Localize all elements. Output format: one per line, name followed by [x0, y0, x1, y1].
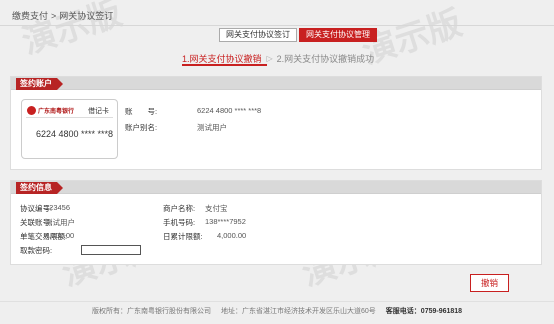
bank-card: 广东南粤银行 借记卡 6224 4800 **** ***8 [21, 99, 118, 159]
card-type: 借记卡 [88, 108, 109, 115]
tab-bar: 网关支付协议签订 网关支付协议管理 [219, 28, 377, 42]
account-alias-value: 测试用户 [197, 123, 227, 132]
footer-address: 地址：广东省湛江市经济技术开发区乐山大道60号 [221, 308, 376, 315]
account-panel-title: 签约账户 [16, 78, 63, 90]
merchant-value: 支付宝 [205, 204, 228, 213]
info-panel: 签约信息 协议编号: 123456 商户名称: 支付宝 关联账号: 测试用户 手… [10, 180, 542, 265]
phone-label: 手机号码: [163, 218, 196, 227]
merchant-label: 商户名称: [163, 204, 196, 213]
password-label: 取款密码: [20, 246, 53, 255]
account-panel: 签约账户 广东南粤银行 借记卡 6224 4800 **** ***8 账 号:… [10, 76, 542, 170]
account-number-value: 6224 4800 **** ***8 [197, 106, 262, 115]
card-bank-name: 广东南粤银行 [38, 109, 75, 115]
step-arrow-icon: ▷ [266, 54, 273, 63]
linked-account-value: 测试用户 [45, 218, 75, 227]
footer-divider [0, 301, 554, 302]
cancel-button[interactable]: 撤销 [470, 274, 509, 292]
daily-limit-value: 4,000.00 [217, 231, 247, 240]
bank-logo-icon [27, 106, 36, 115]
single-limit-value: 4,000.00 [45, 231, 75, 240]
password-input[interactable] [81, 245, 141, 255]
footer-hotline: 0759-961818 [420, 308, 463, 315]
phone-value: 138****7952 [205, 217, 246, 226]
breadcrumb-parent[interactable]: 缴费支付 [12, 11, 48, 21]
tab-protocol-manage[interactable]: 网关支付协议管理 [299, 28, 377, 42]
account-alias-label: 账户别名: [125, 123, 158, 132]
info-panel-title: 签约信息 [16, 182, 63, 194]
tab-protocol-sign[interactable]: 网关支付协议签订 [219, 28, 297, 42]
footer-copyright: 版权所有：广东南粤银行股份有限公司 [92, 308, 211, 315]
card-number: 6224 4800 **** ***8 [36, 129, 114, 139]
header-divider [0, 25, 554, 26]
card-divider [26, 117, 113, 118]
daily-limit-label: 日累计限额: [163, 232, 203, 241]
footer: 版权所有：广东南粤银行股份有限公司 地址：广东省湛江市经济技术开发区乐山大道60号… [92, 306, 462, 316]
breadcrumb-current: 网关协议签订 [59, 11, 114, 21]
protocol-no-value: 123456 [45, 203, 71, 212]
breadcrumb-separator: > [51, 11, 57, 21]
breadcrumb: 缴费支付 > 网关协议签订 [12, 9, 113, 22]
account-panel-header: 签约账户 [11, 77, 541, 90]
step-active-underline [182, 64, 267, 66]
info-panel-header: 签约信息 [11, 181, 541, 194]
account-number-label: 账 号: [125, 107, 158, 116]
footer-hotline-label: 客服电话： [385, 308, 421, 315]
step-2: 2.网关支付协议撤销成功 [276, 54, 375, 64]
